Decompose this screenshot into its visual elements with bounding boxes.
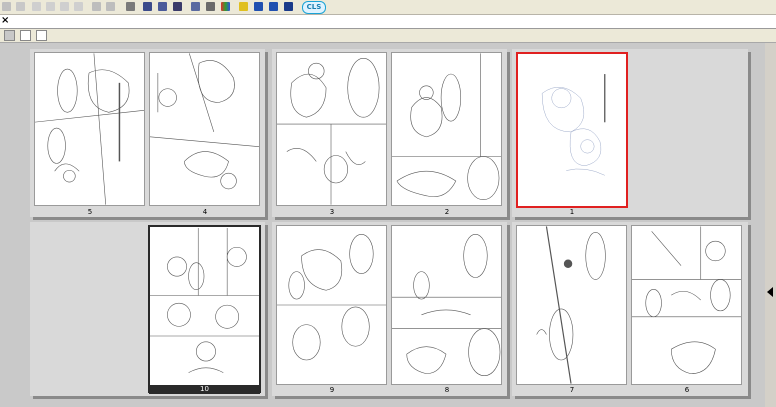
page-number-9: 9	[329, 386, 335, 394]
redo-icon[interactable]	[105, 1, 116, 12]
document-tab-bar: ×	[0, 15, 776, 29]
delete-icon[interactable]	[73, 1, 84, 12]
main-toolbar: CLS	[0, 0, 776, 15]
page-thumbnail-7[interactable]	[516, 225, 627, 385]
view-toolbar	[0, 29, 776, 43]
spread-5-4[interactable]: 5 4	[30, 49, 265, 217]
color-icon[interactable]	[220, 1, 231, 12]
page-thumbnail-9[interactable]	[276, 225, 387, 385]
spread-9-8[interactable]: 9 8	[272, 222, 507, 396]
page-number-10: 10	[149, 385, 260, 394]
page-number-1: 1	[569, 208, 575, 216]
cut-icon[interactable]	[31, 1, 42, 12]
spread-icon[interactable]	[172, 1, 183, 12]
page-view-icon[interactable]	[20, 30, 31, 41]
spread-view-icon[interactable]	[36, 30, 47, 41]
layer-icon[interactable]	[190, 1, 201, 12]
page-number-6: 6	[684, 386, 690, 394]
page-thumbnail-5[interactable]	[34, 52, 145, 206]
spread-10[interactable]: 10	[30, 222, 265, 396]
paste-icon[interactable]	[59, 1, 70, 12]
page-thumbnail-2[interactable]	[391, 52, 502, 206]
window-a-icon[interactable]	[253, 1, 264, 12]
page-thumbnail-4[interactable]	[149, 52, 260, 206]
spread-7-6[interactable]: 7 6	[512, 222, 748, 396]
tone-icon[interactable]	[205, 1, 216, 12]
page-thumbnail-10[interactable]	[148, 225, 261, 393]
play-icon[interactable]	[283, 1, 294, 12]
page-thumbnail-8[interactable]	[391, 225, 502, 385]
page-thumbnail-1[interactable]	[516, 52, 628, 208]
close-icon[interactable]: ×	[1, 15, 9, 27]
collapse-panel-arrow-icon[interactable]	[767, 287, 773, 297]
page-number-8: 8	[444, 386, 450, 394]
page-number-7: 7	[569, 386, 575, 394]
print-icon[interactable]	[125, 1, 136, 12]
open-icon[interactable]	[15, 1, 26, 12]
window-b-icon[interactable]	[268, 1, 279, 12]
pen-icon[interactable]	[238, 1, 249, 12]
undo-icon[interactable]	[91, 1, 102, 12]
page-list-icon[interactable]	[157, 1, 168, 12]
page-number-3: 3	[329, 208, 335, 216]
page-number-4: 4	[202, 208, 208, 216]
page-manager-canvas[interactable]: 5 4 3 2 1 10 9 8 7 6	[0, 43, 765, 407]
page-number-2: 2	[444, 208, 450, 216]
spread-1[interactable]: 1	[512, 49, 748, 217]
new-icon[interactable]	[1, 1, 12, 12]
copy-icon[interactable]	[45, 1, 56, 12]
spread-3-2[interactable]: 3 2	[272, 49, 507, 217]
page-settings-icon[interactable]	[142, 1, 153, 12]
page-thumbnail-3[interactable]	[276, 52, 387, 206]
select-tool-icon[interactable]	[4, 30, 15, 41]
cls-button[interactable]: CLS	[302, 1, 326, 14]
page-thumbnail-6[interactable]	[631, 225, 742, 385]
page-number-5: 5	[87, 208, 93, 216]
